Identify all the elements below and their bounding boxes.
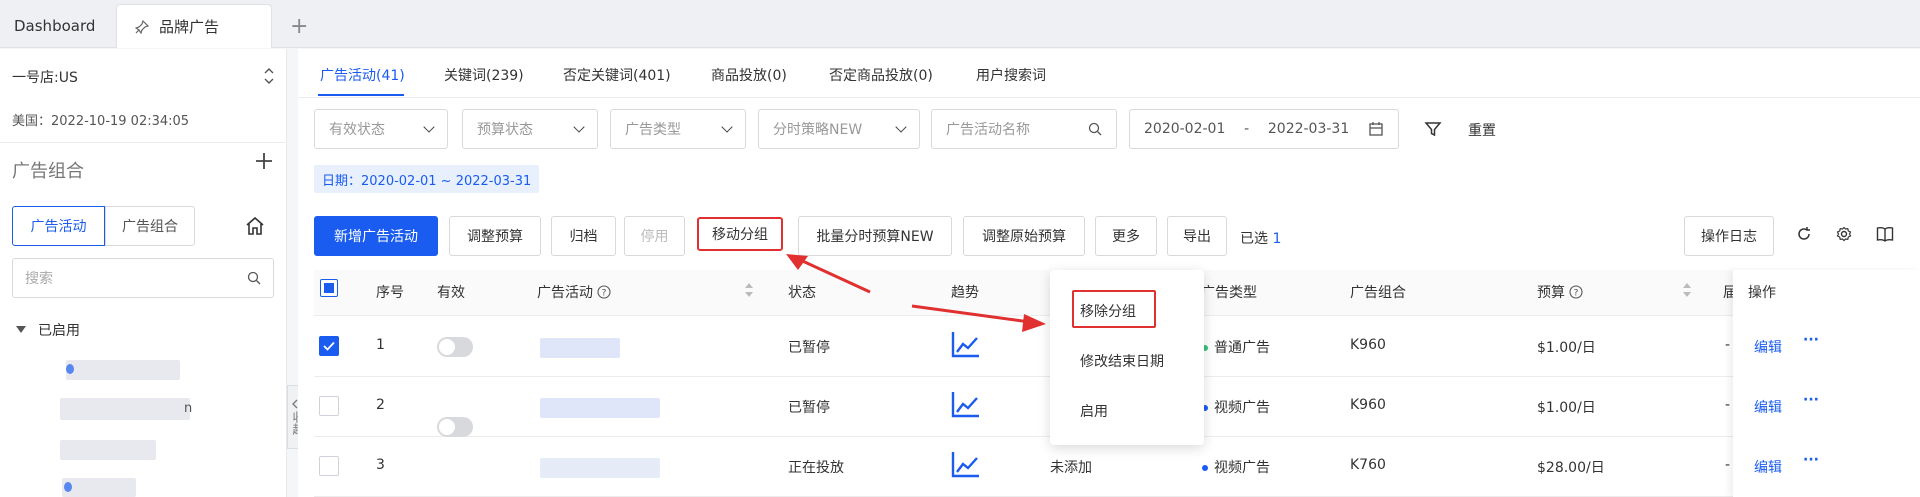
annotation-arrows [786,254,1046,332]
